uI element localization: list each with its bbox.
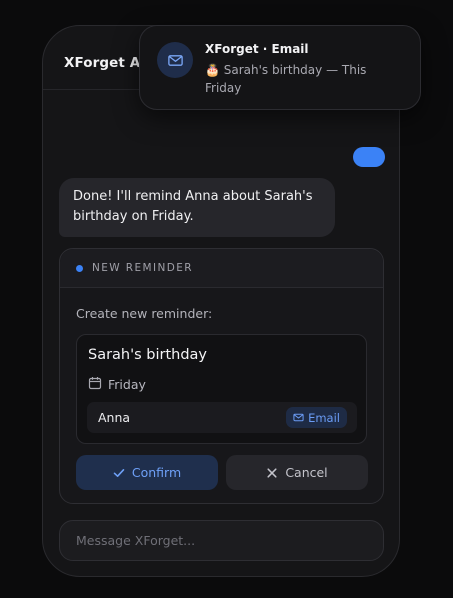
reminder-details: Sarah's birthday Friday Anna Email [76, 334, 367, 444]
status-dot [76, 265, 83, 272]
notification-icon-circle [157, 42, 193, 78]
email-notification[interactable]: XForget · Email 🎂 Sarah's birthday — Thi… [139, 25, 421, 110]
mail-icon [167, 54, 183, 66]
reminder-card: NEW REMINDER Create new reminder: Sarah'… [59, 248, 384, 504]
cancel-button[interactable]: Cancel [226, 455, 368, 490]
x-icon [267, 467, 277, 478]
app-title: XForget AI [64, 55, 146, 71]
recipient-row: Anna Email [87, 402, 357, 433]
channel-label: Email [308, 410, 340, 425]
cancel-label: Cancel [285, 465, 328, 480]
notification-body: 🎂 Sarah's birthday — This Friday [205, 63, 367, 95]
message-input[interactable] [59, 520, 384, 561]
screen: XForget AI Done! I'll remind Anna about … [0, 0, 453, 598]
calendar-icon [88, 377, 102, 390]
notification-title: XForget · Email [205, 42, 309, 56]
reminder-title: Sarah's birthday [88, 347, 208, 363]
assistant-message-bubble: Done! I'll remind Anna about Sarah's bir… [59, 178, 335, 237]
channel-badge[interactable]: Email [286, 407, 347, 428]
user-message-bubble [353, 147, 385, 167]
mail-icon [293, 413, 304, 422]
confirm-label: Confirm [131, 465, 182, 480]
reminder-prompt: Create new reminder: [76, 306, 213, 321]
confirm-button[interactable]: Confirm [76, 455, 218, 490]
check-icon [113, 468, 125, 477]
reminder-card-label: NEW REMINDER [92, 262, 193, 274]
reminder-card-header: NEW REMINDER [60, 249, 383, 288]
recipient-name: Anna [98, 410, 131, 425]
reminder-date: Friday [108, 377, 146, 392]
